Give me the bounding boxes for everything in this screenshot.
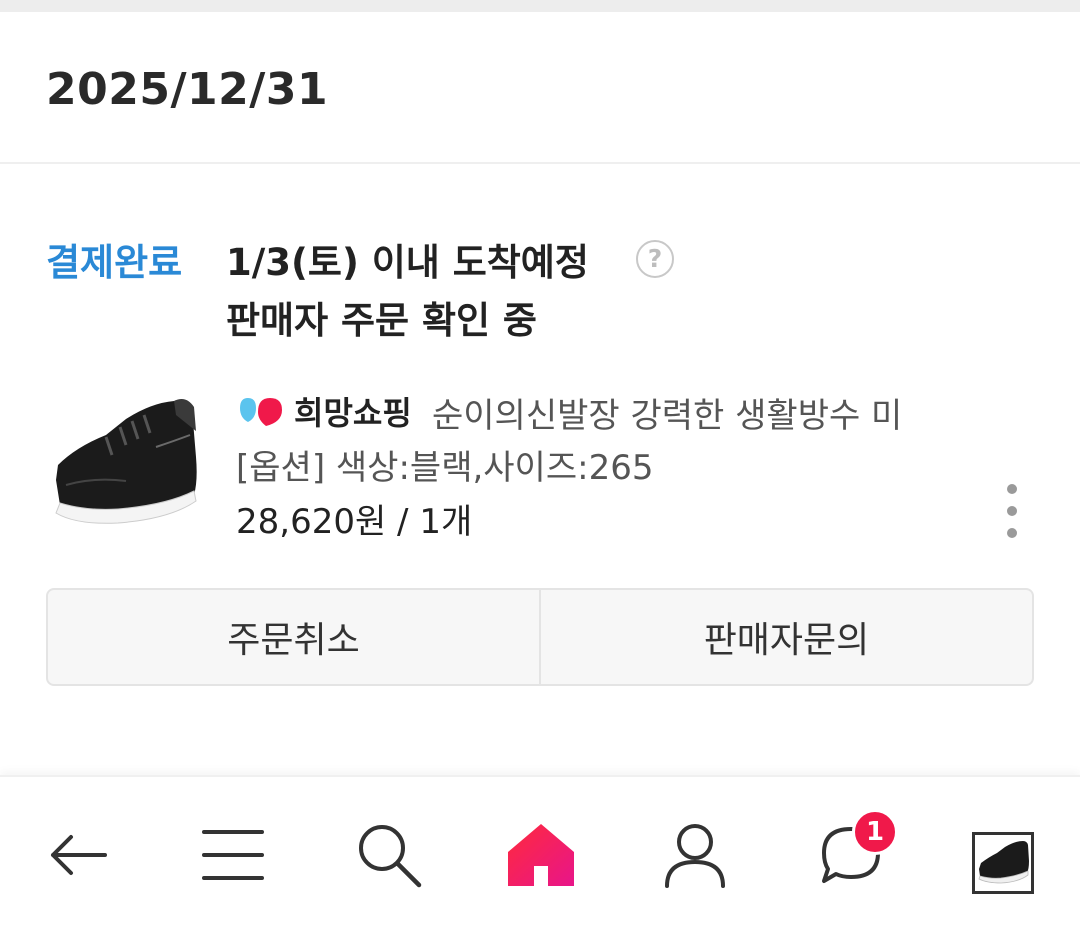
menu-icon <box>202 830 264 880</box>
search-button[interactable] <box>349 815 429 895</box>
sneaker-image <box>55 399 197 524</box>
chat-notification-badge: 1 <box>852 809 898 855</box>
back-button[interactable] <box>37 815 117 895</box>
order-date-header: 2025/12/31 <box>0 12 1080 164</box>
contact-seller-button[interactable]: 판매자문의 <box>539 590 1032 684</box>
bottom-navigation-bar: 1 <box>0 775 1080 939</box>
seller-name: 희망쇼핑 <box>294 394 412 432</box>
product-name: 순이의신발장 강력한 생활방수 미 <box>432 396 903 436</box>
search-icon <box>359 825 422 888</box>
delivery-estimate: 1/3(토) 이내 도착예정 <box>226 241 589 284</box>
home-icon <box>508 824 574 886</box>
product-option: [옵션] 색상:블랙,사이즈:265 <box>236 448 654 488</box>
cancel-order-button[interactable]: 주문취소 <box>48 590 539 684</box>
my-page-button[interactable] <box>655 815 735 895</box>
top-divider <box>0 0 1080 12</box>
recent-product-thumbnail[interactable] <box>972 832 1034 894</box>
payment-status-label: 결제완료 <box>46 241 183 284</box>
back-icon <box>51 835 107 875</box>
sneaker-thumbnail-icon <box>978 841 1029 884</box>
order-action-buttons: 주문취소 판매자문의 <box>46 588 1034 686</box>
menu-button[interactable] <box>193 815 273 895</box>
product-thumbnail[interactable] <box>46 385 206 535</box>
seller-logo-icon <box>240 398 282 426</box>
product-price-quantity: 28,620원 / 1개 <box>236 502 473 542</box>
help-icon[interactable]: ? <box>636 240 674 278</box>
profile-icon <box>665 824 725 888</box>
seller-confirm-status: 판매자 주문 확인 중 <box>226 299 537 342</box>
home-button[interactable] <box>501 815 581 895</box>
more-options-icon[interactable] <box>996 484 1028 542</box>
order-date: 2025/12/31 <box>46 64 329 115</box>
